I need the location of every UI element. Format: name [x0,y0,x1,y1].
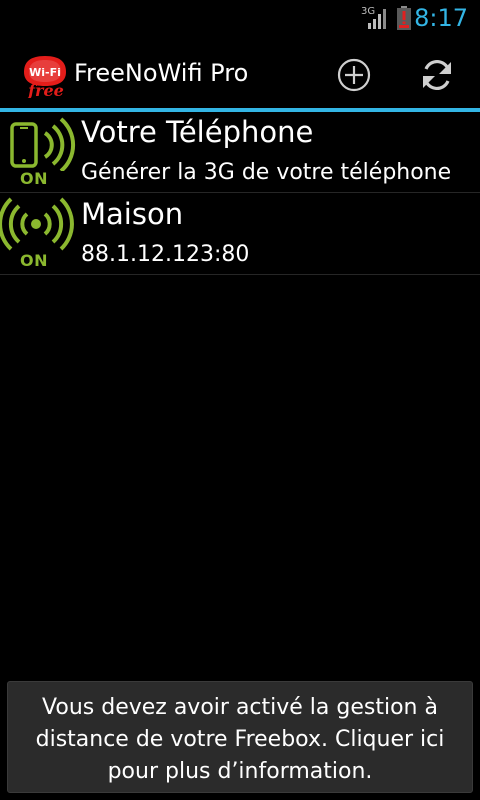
item-title: Maison [81,197,184,231]
add-icon [337,58,371,92]
app-title: FreeNoWifi Pro [74,59,249,87]
app-logo: Wi-Fi free [22,52,68,100]
refresh-icon [423,59,451,91]
phone-signal-icon: ON [0,111,76,192]
status-badge: ON [20,251,48,270]
list-item[interactable]: ON Votre Téléphone Générer la 3G de votr… [0,111,480,193]
item-subtitle: 88.1.12.123:80 [81,242,250,267]
status-bar: 3G 8:17 [0,0,480,38]
item-subtitle: Générer la 3G de votre téléphone [81,160,452,185]
status-time: 8:17 [414,4,468,32]
info-toast[interactable]: Vous devez avoir activé la gestion à dis… [7,681,473,793]
connection-list: ON Votre Téléphone Générer la 3G de votr… [0,111,480,275]
svg-text:free: free [27,81,64,98]
signal-icon [366,6,388,34]
action-bar: Wi-Fi free FreeNoWifi Pro [0,38,480,112]
add-button[interactable] [334,55,374,95]
refresh-button[interactable] [417,55,457,95]
wifi-broadcast-icon: ON [0,193,76,274]
status-badge: ON [20,169,48,188]
svg-text:Wi-Fi: Wi-Fi [29,66,61,79]
item-title: Votre Téléphone [81,115,314,149]
battery-alert-icon [396,6,412,34]
list-item[interactable]: ON Maison 88.1.12.123:80 [0,193,480,275]
toast-message: Vous devez avoir activé la gestion à dis… [35,695,445,784]
